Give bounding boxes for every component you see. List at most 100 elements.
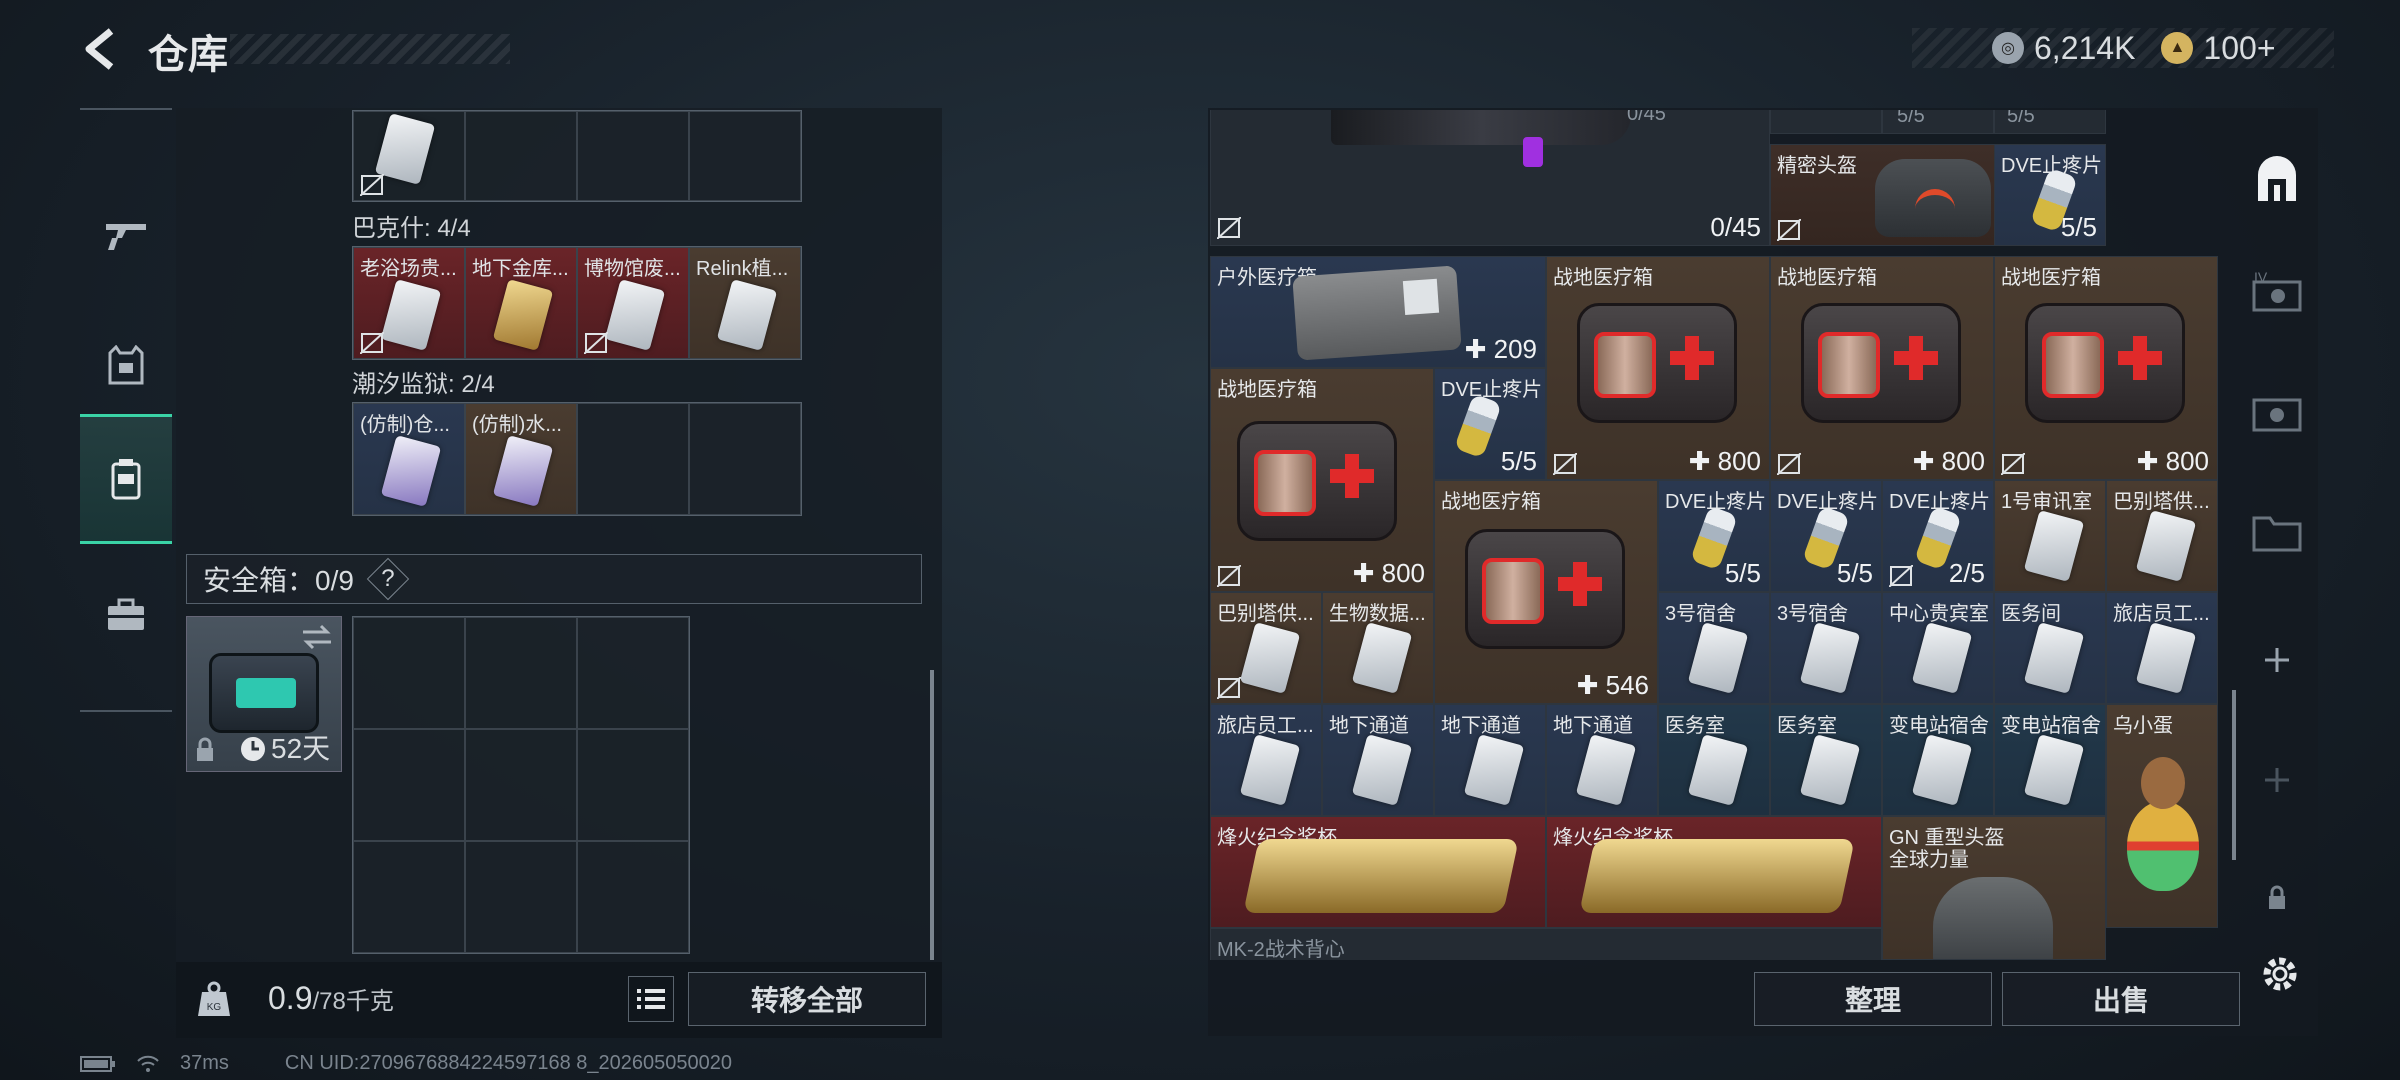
grid-slot[interactable] [577,111,689,201]
keycard-item[interactable]: 变电站宿舍 [1882,704,1994,816]
item-qty: ✚ 546 [1576,670,1649,700]
painkiller-item[interactable]: DVE止疼片 5/5 [1994,144,2106,246]
field-medkit-item[interactable]: 战地医疗箱 ✚ 800 [1210,368,1434,592]
keycard-item[interactable]: 旅店员工... [2106,592,2218,704]
grid-slot[interactable] [465,111,577,201]
tab-home[interactable] [2238,140,2316,220]
tab-locked[interactable] [2238,858,2316,938]
settings-icon[interactable] [2258,952,2302,996]
keycard-item[interactable]: 医务室 [1658,704,1770,816]
vest-item[interactable]: MK-2战术背心 [1210,928,1882,960]
lock-icon [197,737,213,761]
grid-slot[interactable] [1770,110,1882,134]
outdoor-medkit-item[interactable]: 户外医疗箱 ✚ 209 [1210,256,1546,368]
safe-slot[interactable] [577,617,689,729]
safe-slot[interactable] [353,841,465,953]
transfer-all-button[interactable]: 转移全部 [688,972,926,1026]
keycard-item[interactable]: 地下通道 [1434,704,1546,816]
item-name: (仿制)水... [472,414,562,436]
warehouse-grid: 0/45 0/45 5/5 5/5 精密头盔 75 DVE止疼片 5/5 户外医… [1210,110,2222,960]
keycard-slot[interactable]: 博物馆废... [577,247,689,359]
keycard-slot[interactable]: (仿制)仓... [353,403,465,515]
keycard-slot[interactable]: 地下金库... [465,247,577,359]
help-button[interactable]: ? [366,557,410,601]
safe-slot[interactable] [353,617,465,729]
tab-iv[interactable]: IV [2238,252,2316,332]
item-name: 精密头盔 [1777,155,1857,177]
painkiller-item[interactable]: DVE止疼片 5/5 [1434,368,1546,480]
wifi-icon [137,1055,159,1072]
painkiller-item[interactable]: DVE止疼片 5/5 [1770,480,1882,592]
sort-button[interactable]: 整理 [1754,972,1992,1026]
safe-slot[interactable] [577,729,689,841]
safe-slot[interactable] [465,617,577,729]
nav-containers[interactable] [80,414,172,544]
item-qty: 5/5 [1724,558,1761,588]
safe-box-item[interactable]: 52天 [186,616,342,772]
grid-slot[interactable] [353,111,465,201]
safe-slot[interactable] [465,841,577,953]
painkiller-item[interactable]: DVE止疼片 2/5 [1882,480,1994,592]
grid-slot[interactable]: 5/5 [1994,110,2106,134]
left-scrollbar[interactable] [930,670,934,960]
field-medkit-item[interactable]: 战地医疗箱 ✚ 800 [1770,256,1994,480]
item-name: (仿制)仓... [360,414,450,436]
keycard-item[interactable]: 旅店员工... [1210,704,1322,816]
tab-storage-3[interactable] [2238,492,2316,572]
keycard-item[interactable]: 地下通道 [1546,704,1658,816]
item-name: 巴别塔供... [2113,491,2210,513]
keycard-item[interactable]: 3号宿舍 [1658,592,1770,704]
item-name: Relink植... [696,258,789,280]
item-name: 旅店员工... [1217,715,1314,737]
iv-storage-icon: IV [2252,270,2302,312]
tab-add-disabled[interactable] [2238,740,2316,820]
nav-armor[interactable] [80,300,172,430]
list-view-button[interactable] [628,976,674,1022]
field-medkit-item[interactable]: 战地医疗箱 ✚ 800 [1546,256,1770,480]
swap-icon[interactable] [301,623,333,651]
back-arrow-icon[interactable] [78,26,124,72]
right-scrollbar[interactable] [2232,690,2236,860]
uid: CN UID:2709676884224597168 8_20260505002… [284,1052,732,1074]
keycard-item[interactable]: 生物数据... [1322,592,1434,704]
item-name: 地下通道 [1329,715,1409,737]
tab-add[interactable] [2238,620,2316,700]
sell-button[interactable]: 出售 [2002,972,2240,1026]
keycard-item[interactable]: 医务间 [1994,592,2106,704]
safe-slot[interactable] [353,729,465,841]
field-medkit-item[interactable]: 战地医疗箱 ✚ 800 [1994,256,2218,480]
keycard-item[interactable]: 变电站宿舍 [1994,704,2106,816]
keycard-icon [2023,510,2085,582]
section-label-chaoxi: 潮汐监狱: 2/4 [352,371,495,398]
keycard-item[interactable]: 巴别塔供... [1210,592,1322,704]
keycard-item[interactable]: 医务室 [1770,704,1882,816]
tab-storage-2[interactable] [2238,372,2316,452]
keycard-item[interactable]: 地下通道 [1322,704,1434,816]
keycard-slot[interactable]: Relink植... [689,247,801,359]
keycard-icon [380,279,442,351]
grid-slot[interactable] [577,403,689,515]
keycard-item[interactable]: 中心贵宾室 [1882,592,1994,704]
safe-slot[interactable] [577,841,689,953]
keycard-item[interactable]: 巴别塔供... [2106,480,2218,592]
item-name: 医务室 [1777,715,1837,737]
keycard-item[interactable]: 1号审讯室 [1994,480,2106,592]
grid-slot[interactable]: 5/5 [1882,110,1994,134]
safe-slot[interactable] [465,729,577,841]
keycard-item[interactable]: 3号宿舍 [1770,592,1882,704]
trophy-item[interactable]: 烽火纪念奖杯 [1546,816,1882,928]
heavy-helmet-item[interactable]: GN 重型头盔 全球力量 [1882,816,2106,960]
nav-equipment[interactable] [80,550,172,680]
item-qty: 5/5 [1897,110,1925,127]
rifle-item[interactable]: 0/45 0/45 [1210,110,1770,246]
keycard-slot[interactable]: (仿制)水... [465,403,577,515]
keycard-slot[interactable]: 老浴场贵... [353,247,465,359]
grid-slot[interactable] [689,403,801,515]
grid-slot[interactable] [689,111,801,201]
item-name: 生物数据... [1329,603,1426,625]
field-medkit-item[interactable]: 战地医疗箱 ✚ 546 [1434,480,1658,704]
nav-weapons[interactable] [80,170,172,300]
painkiller-item[interactable]: DVE止疼片 5/5 [1658,480,1770,592]
egg-figure-item[interactable]: 乌小蛋 [2106,704,2218,928]
trophy-item[interactable]: 烽火纪念奖杯 [1210,816,1546,928]
